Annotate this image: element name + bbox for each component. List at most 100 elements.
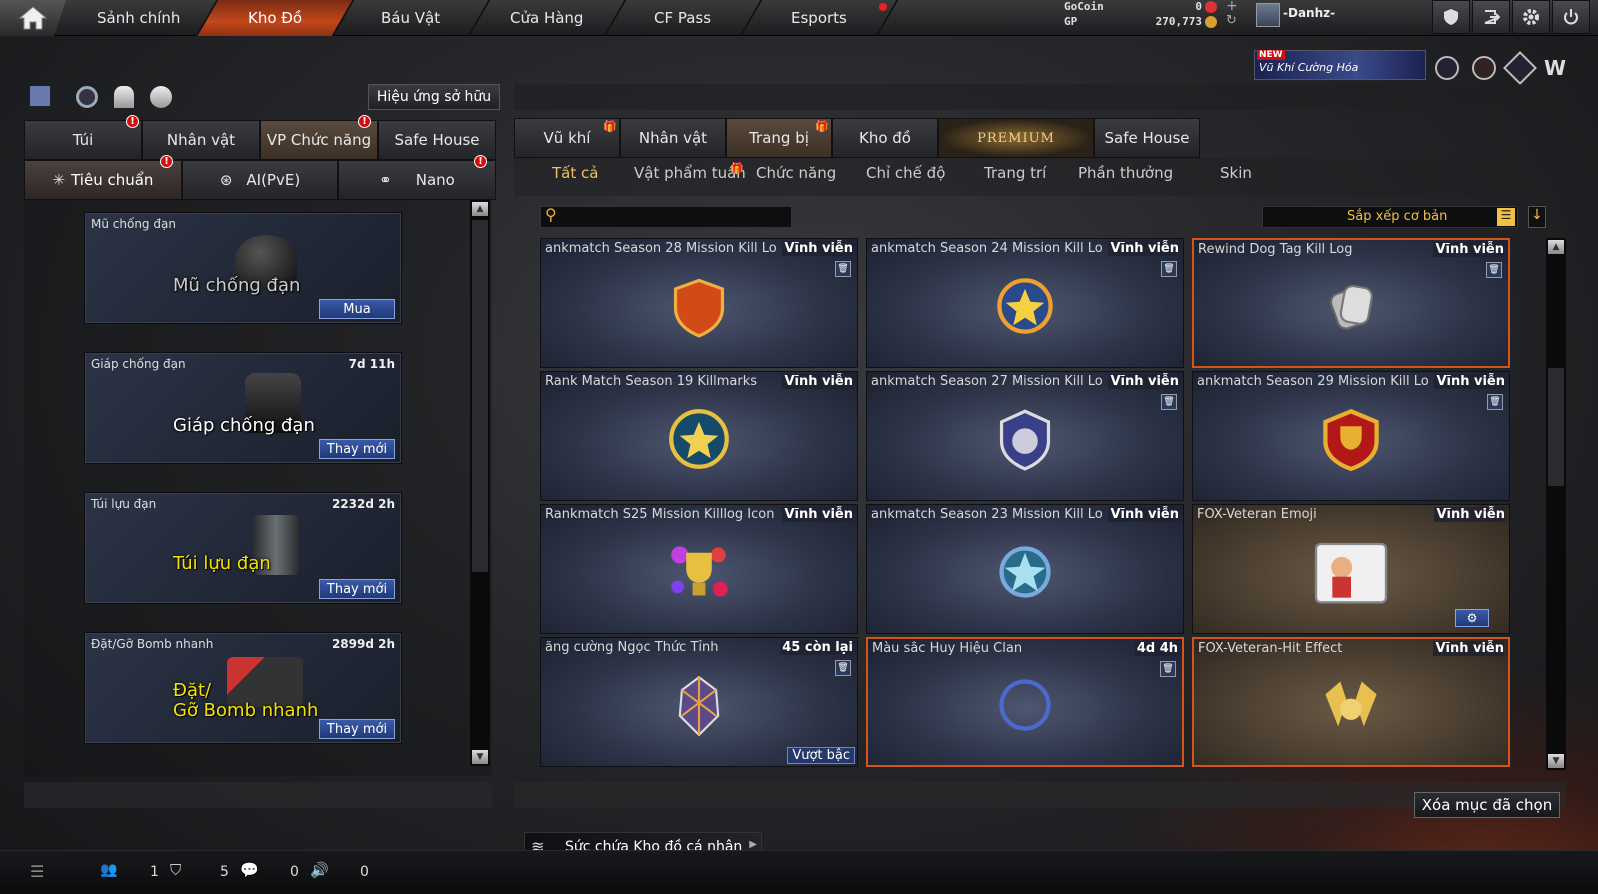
tab-storage[interactable]: Kho đồ (832, 118, 938, 158)
inventory-item-card[interactable]: ankmatch Season 23 Mission Kill Lo Vĩnh v… (866, 504, 1184, 634)
add-currency-icon[interactable]: + (1226, 0, 1238, 14)
tab-premium[interactable]: PREMIUM (938, 118, 1094, 158)
alert-icon: ! (126, 115, 139, 128)
equip-slot-quick-bomb[interactable]: Đặt/Gỡ Bomb nhanh 2899d 2h Đặt/ Gỡ Bomb … (84, 632, 402, 744)
replace-button[interactable]: Thay mới (319, 579, 395, 599)
nav-cf-pass[interactable]: CF Pass (605, 0, 763, 36)
search-box[interactable]: ⚲ (540, 205, 792, 228)
trash-icon[interactable]: 🗑 (835, 261, 851, 277)
subtab-function[interactable]: Chức năng (756, 164, 836, 182)
replace-button[interactable]: Thay mới (319, 439, 395, 459)
inventory-item-card[interactable]: Rankmatch S25 Mission Killlog Icon Vĩnh v… (540, 504, 858, 634)
sort-direction-icon[interactable]: ↓ (1528, 206, 1546, 228)
scroll-down-icon[interactable]: ▼ (1548, 754, 1564, 768)
settings-gear-icon[interactable]: ⚙ (1455, 609, 1489, 627)
tab-equipment[interactable]: Trang bị 🎁 (726, 118, 832, 158)
trash-icon[interactable]: 🗑 (1161, 394, 1177, 410)
tab-characters[interactable]: Nhân vật (620, 118, 726, 158)
trash-icon[interactable]: 🗑 (1486, 262, 1502, 278)
equip-slot-grenade-pouch[interactable]: Túi lựu đạn 2232d 2h Túi lựu đạn Thay mớ… (84, 492, 402, 604)
subtab-rewards[interactable]: Phần thưởng (1078, 164, 1173, 182)
trash-icon[interactable]: 🗑 (1161, 261, 1177, 277)
expand-arrow-icon[interactable]: ▶ (749, 839, 757, 850)
scroll-up-icon[interactable]: ▲ (472, 202, 488, 216)
tab-safe-house-right[interactable]: Safe House (1094, 118, 1200, 158)
event-icon-4[interactable]: W (1544, 56, 1570, 80)
inventory-item-card[interactable]: ankmatch Season 28 Mission Kill Lo Vĩnh v… (540, 238, 858, 368)
nav-inventory[interactable]: Kho Đồ (197, 0, 355, 36)
tab-bag[interactable]: Túi! (24, 115, 142, 160)
replace-button[interactable]: Thay mới (319, 719, 395, 739)
inventory-item-card[interactable]: FOX-Veteran-Hit Effect Vĩnh viễn (1192, 637, 1510, 767)
tab-weapons[interactable]: Vũ khí 🎁 (514, 118, 620, 158)
inventory-item-card[interactable]: ankmatch Season 27 Mission Kill Lo Vĩnh v… (866, 371, 1184, 501)
banner-new-badge: NEW (1257, 50, 1285, 60)
gp-label: GP (1064, 15, 1078, 28)
inventory-item-card[interactable]: ankmatch Season 24 Mission Kill Lo Vĩnh v… (866, 238, 1184, 368)
item-duration: Vĩnh viễn (1434, 507, 1505, 522)
search-input[interactable] (567, 209, 787, 225)
shield-menu-icon[interactable] (1432, 0, 1470, 34)
subtab-ai-pve[interactable]: ⊛ AI(PvE) (182, 160, 338, 200)
banner-text: Vũ Khí Cường Hóa (1259, 61, 1359, 74)
subtab-standard[interactable]: ✳ Tiêu chuẩn! (24, 155, 182, 200)
character-icon[interactable] (114, 86, 134, 108)
trash-icon[interactable]: 🗑 (1487, 394, 1503, 410)
nav-treasure[interactable]: Báu Vật (333, 0, 491, 36)
tab-safe-house[interactable]: Safe House (378, 120, 496, 160)
inventory-item-card[interactable]: ăng cường Ngọc Thức Tỉnh 45 còn lại 🗑 Vượt … (540, 637, 858, 767)
subtab-mode-only[interactable]: Chỉ chế độ (866, 164, 945, 182)
subtab-all[interactable]: Tất cả (552, 164, 598, 182)
sort-dropdown[interactable]: Sắp xếp cơ bản ☰ (1262, 206, 1518, 228)
upgrade-button[interactable]: Vượt bậc (787, 747, 855, 764)
settings-gear-icon[interactable] (1512, 0, 1550, 34)
exit-room-icon[interactable] (1472, 0, 1510, 34)
buy-button[interactable]: Mua (319, 299, 395, 319)
scroll-thumb[interactable] (472, 220, 488, 572)
inventory-item-card[interactable]: Rank Match Season 19 Killmarks Vĩnh viễn (540, 371, 858, 501)
home-button[interactable] (0, 0, 66, 36)
history-icon[interactable] (76, 86, 98, 108)
stats-icon[interactable] (30, 86, 50, 106)
item-duration: Vĩnh viễn (1433, 242, 1504, 257)
right-scrollbar[interactable]: ▲ ▼ (1546, 238, 1566, 770)
refresh-currency-icon[interactable]: ↻ (1226, 13, 1237, 28)
delete-selected-button[interactable]: Xóa mục đã chọn (1414, 792, 1560, 818)
subtab-skin[interactable]: Skin (1220, 164, 1252, 182)
tab-character[interactable]: Nhân vật (142, 120, 260, 160)
subtab-nano[interactable]: ⚭ Nano! (338, 155, 496, 200)
inventory-item-card[interactable]: Rewind Dog Tag Kill Log Vĩnh viễn 🗑 (1192, 238, 1510, 368)
trash-icon[interactable]: 🗑 (1160, 661, 1176, 677)
chat-icon[interactable]: 💬 (240, 861, 259, 879)
left-scrollbar[interactable]: ▲ ▼ (470, 200, 490, 766)
right-footer-bar (514, 782, 1566, 808)
star-icon: ✳ (52, 171, 66, 189)
item-duration: 4d 4h (1134, 641, 1178, 656)
alert-icon: ! (160, 155, 173, 168)
friends-icon[interactable]: 👥 (100, 862, 117, 878)
menu-list-icon[interactable]: ☰ (30, 862, 44, 881)
scroll-up-icon[interactable]: ▲ (1548, 240, 1564, 254)
owned-effects-button[interactable]: Hiệu ứng sở hữu (368, 84, 500, 110)
subtab-decoration[interactable]: Trang trí (984, 164, 1046, 182)
speaker-icon[interactable]: 🔊 (310, 861, 329, 879)
inventory-item-card[interactable]: ankmatch Season 29 Mission Kill Lo Vĩnh v… (1192, 371, 1510, 501)
equip-slot-armor[interactable]: Giáp chống đạn 7d 11h Giáp chống đạn Tha… (84, 352, 402, 464)
event-icon-1[interactable] (1435, 56, 1459, 80)
nav-shop[interactable]: Cửa Hàng (469, 0, 627, 36)
clan-shield-icon[interactable]: ⛉ (170, 861, 181, 879)
scroll-down-icon[interactable]: ▼ (472, 750, 488, 764)
list-view-icon[interactable]: ☰ (1497, 208, 1515, 226)
glove-icon[interactable] (150, 86, 172, 108)
promo-banner[interactable]: NEW Vũ Khí Cường Hóa (1254, 50, 1426, 80)
inventory-item-card[interactable]: Màu sắc Huy Hiệu Clan 4d 4h 🗑 (866, 637, 1184, 767)
equip-slot-helmet[interactable]: Mũ chống đạn Mũ chống đạn Mua (84, 212, 402, 324)
scroll-thumb[interactable] (1548, 368, 1564, 486)
event-icon-2[interactable] (1472, 56, 1496, 80)
inventory-item-card[interactable]: FOX-Veteran Emoji Vĩnh viễn ⚙ (1192, 504, 1510, 634)
nav-lobby[interactable]: Sảnh chính (61, 0, 219, 36)
trash-icon[interactable]: 🗑 (835, 660, 851, 676)
power-icon[interactable] (1552, 0, 1590, 34)
tab-functional-items[interactable]: VP Chức năng! (260, 115, 378, 160)
nav-esports[interactable]: Esports (741, 0, 899, 36)
